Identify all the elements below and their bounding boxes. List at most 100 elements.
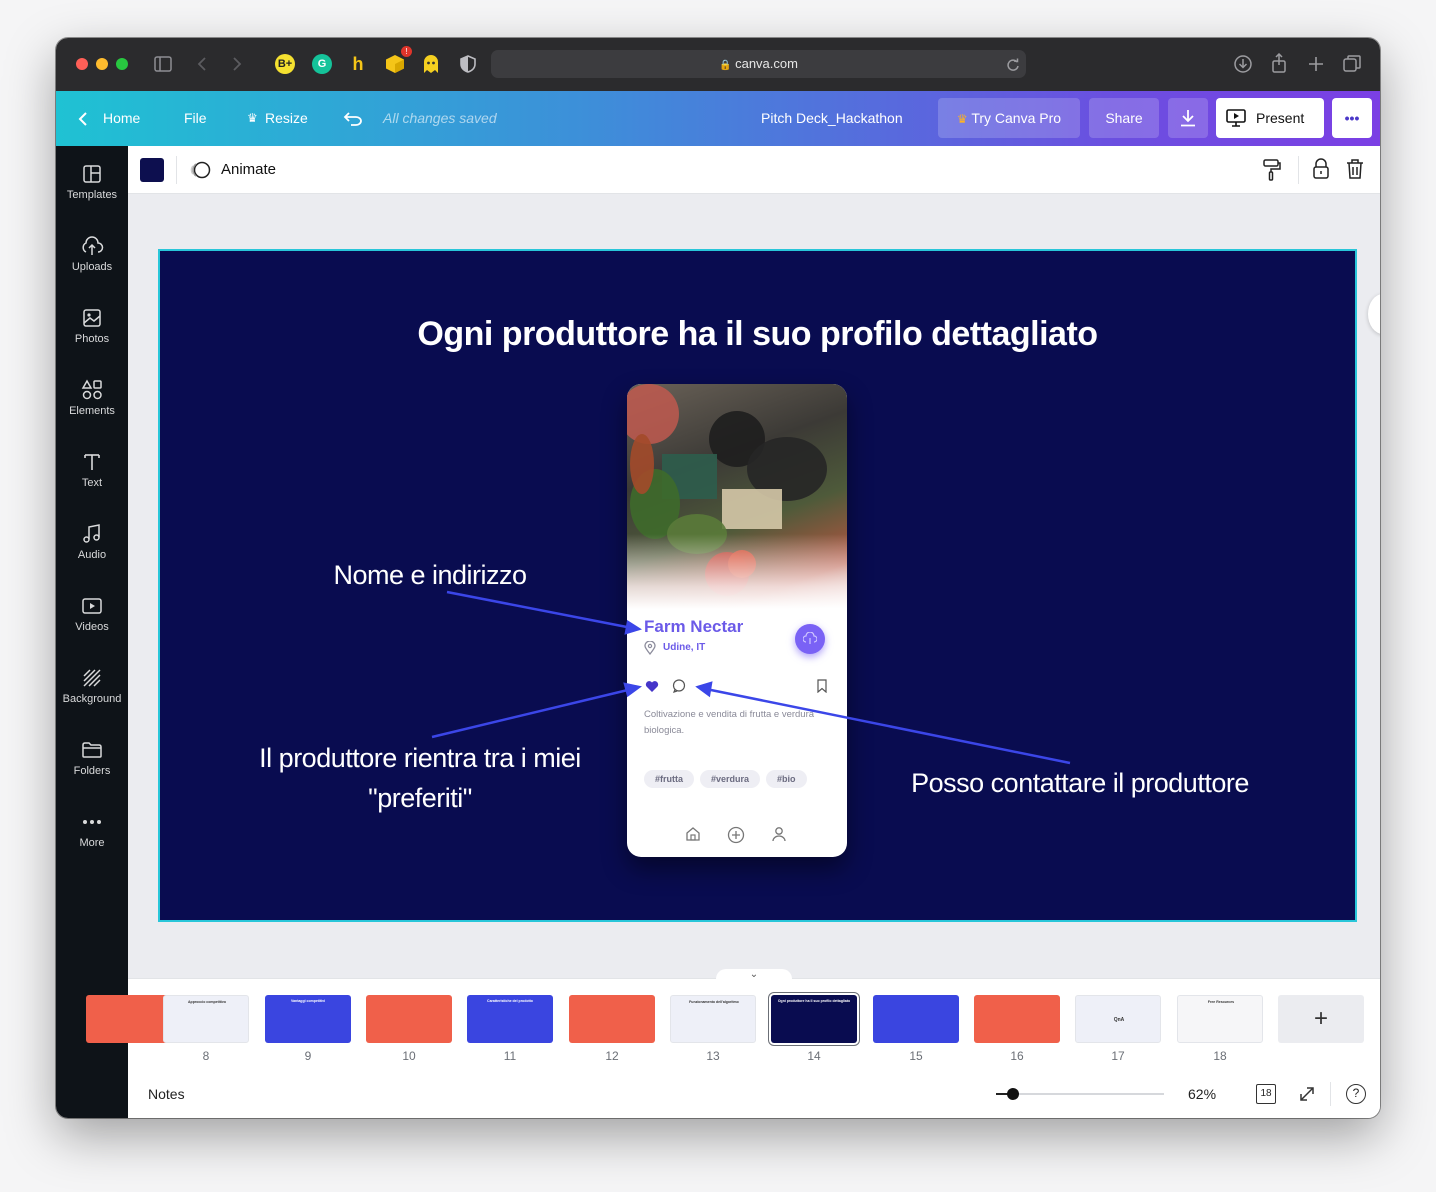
trash-icon[interactable] bbox=[1346, 158, 1364, 180]
color-swatch[interactable] bbox=[140, 158, 164, 182]
chevron-left-icon[interactable] bbox=[78, 111, 88, 127]
help-button[interactable]: ? bbox=[1346, 1084, 1366, 1104]
page-thumbnail[interactable] bbox=[873, 995, 959, 1043]
sidebar-label: Videos bbox=[75, 621, 109, 633]
home-button[interactable]: Home bbox=[103, 91, 140, 146]
animate-button[interactable]: Animate bbox=[221, 146, 276, 194]
sidebar-item-uploads[interactable]: Uploads bbox=[56, 233, 128, 293]
page-number: 8 bbox=[202, 1049, 210, 1063]
sidebar-item-more[interactable]: More bbox=[56, 809, 128, 869]
tab-overview-icon[interactable] bbox=[1343, 55, 1361, 73]
forward-arrow-icon[interactable] bbox=[231, 56, 243, 72]
sidebar-label: Templates bbox=[66, 189, 118, 201]
close-window-button[interactable] bbox=[76, 58, 88, 70]
page-thumbnail[interactable]: Free Resources bbox=[1177, 995, 1263, 1043]
sidebar-item-videos[interactable]: Videos bbox=[56, 593, 128, 653]
arrow-head bbox=[695, 681, 713, 698]
zoom-level[interactable]: 62% bbox=[1188, 1070, 1216, 1118]
sidebar-item-templates[interactable]: Templates bbox=[56, 161, 128, 221]
editor-header: Home File ♛ Resize All changes saved Pit… bbox=[56, 91, 1380, 146]
page-thumbnail[interactable]: Approccio competitivo bbox=[163, 995, 249, 1043]
save-status: All changes saved bbox=[383, 110, 497, 126]
sidebar-label: Folders bbox=[73, 765, 111, 777]
new-tab-icon[interactable] bbox=[1308, 56, 1324, 72]
present-button[interactable]: Present bbox=[1216, 98, 1324, 138]
downloads-icon[interactable] bbox=[1234, 55, 1252, 73]
present-screen-icon bbox=[1226, 109, 1246, 127]
page-thumbnail[interactable]: Ogni produttore ha il suo profilo dettag… bbox=[771, 995, 857, 1043]
sidebar-label: Photos bbox=[74, 333, 110, 345]
folder-icon bbox=[82, 742, 102, 758]
more-dots-icon bbox=[83, 820, 101, 824]
crown-icon: ♛ bbox=[956, 112, 968, 126]
browser-toolbar: B+ G h ! 🔒 canva.com bbox=[56, 38, 1380, 91]
grammarly-icon[interactable]: G bbox=[312, 54, 332, 74]
try-canva-pro-button[interactable]: ♛ Try Canva Pro bbox=[938, 98, 1080, 138]
sidebar-item-audio[interactable]: Audio bbox=[56, 521, 128, 581]
address-bar[interactable]: 🔒 canva.com bbox=[491, 50, 1026, 78]
resize-button[interactable]: Resize bbox=[265, 91, 308, 146]
rotate-handle[interactable] bbox=[1368, 294, 1380, 334]
sidebar-label: Elements bbox=[69, 405, 115, 417]
url-text: canva.com bbox=[735, 56, 798, 71]
unlock-icon[interactable] bbox=[1312, 158, 1330, 180]
page-thumbnail[interactable] bbox=[974, 995, 1060, 1043]
sidebar-toggle-icon[interactable] bbox=[154, 56, 172, 72]
page-thumbnail[interactable]: Funzionamento dell'algoritmo bbox=[670, 995, 756, 1043]
sidebar-item-elements[interactable]: Elements bbox=[56, 377, 128, 437]
download-button[interactable] bbox=[1168, 98, 1208, 138]
context-toolbar: Animate bbox=[128, 146, 1380, 194]
zoom-slider[interactable] bbox=[996, 1093, 1164, 1095]
share-button[interactable]: Share bbox=[1089, 98, 1159, 138]
reload-icon[interactable] bbox=[1006, 58, 1020, 72]
arrow-line bbox=[431, 687, 633, 739]
slide-canvas[interactable]: Ogni produttore ha il suo profilo dettag… bbox=[158, 249, 1357, 922]
page-thumbnail[interactable] bbox=[569, 995, 655, 1043]
sidebar-item-folders[interactable]: Folders bbox=[56, 737, 128, 797]
lock-icon: 🔒 bbox=[719, 60, 732, 71]
collapse-strip-button[interactable]: ⌄ bbox=[716, 969, 792, 983]
page-thumbnail[interactable]: QnA bbox=[1075, 995, 1161, 1043]
privacy-shield-icon[interactable] bbox=[460, 55, 476, 73]
sidebar-item-photos[interactable]: Photos bbox=[56, 305, 128, 365]
sidebar-label: More bbox=[79, 837, 105, 849]
page-thumbnail[interactable]: Vantaggi competitivi bbox=[265, 995, 351, 1043]
page-number: 14 bbox=[807, 1049, 821, 1063]
sidebar-item-background[interactable]: Background bbox=[56, 665, 128, 725]
cube-extension-icon[interactable] bbox=[385, 54, 405, 74]
document-title[interactable]: Pitch Deck_Hackathon bbox=[761, 91, 903, 146]
ghost-extension-icon[interactable] bbox=[422, 54, 440, 74]
animate-icon[interactable] bbox=[190, 160, 212, 180]
zoom-window-button[interactable] bbox=[116, 58, 128, 70]
fullscreen-icon[interactable] bbox=[1298, 1085, 1316, 1103]
sidebar-label: Audio bbox=[77, 549, 107, 561]
honey-extension-icon[interactable]: h bbox=[348, 54, 368, 74]
extension-bplus-icon[interactable]: B+ bbox=[275, 54, 295, 74]
file-menu-button[interactable]: File bbox=[184, 91, 207, 146]
add-page-button[interactable]: + bbox=[1278, 995, 1364, 1043]
zoom-slider-handle[interactable] bbox=[1007, 1088, 1019, 1100]
page-thumbnail[interactable] bbox=[366, 995, 452, 1043]
minimize-window-button[interactable] bbox=[96, 58, 108, 70]
thumbnail-title: Funzionamento dell'algoritmo bbox=[689, 1000, 739, 1004]
page-number: 16 bbox=[1010, 1049, 1024, 1063]
crown-icon: ♛ bbox=[247, 111, 258, 125]
more-options-button[interactable]: ••• bbox=[1332, 98, 1372, 138]
page-number: 18 bbox=[1213, 1049, 1227, 1063]
paint-roller-icon[interactable] bbox=[1262, 158, 1282, 182]
download-icon bbox=[1181, 110, 1195, 127]
share-icon[interactable] bbox=[1271, 53, 1287, 73]
page-number: 9 bbox=[304, 1049, 312, 1063]
editor-sidebar: Templates Uploads Photos Elements Text A… bbox=[56, 146, 128, 1118]
page-count-button[interactable]: 18 bbox=[1256, 1084, 1276, 1104]
annotation-arrows bbox=[431, 590, 1071, 765]
back-arrow-icon[interactable] bbox=[196, 56, 208, 72]
thumbnail-title: Vantaggi competitivi bbox=[290, 999, 326, 1003]
notes-button[interactable]: Notes bbox=[148, 1070, 185, 1118]
page-thumbnail[interactable]: Caratteristiche del prodotto bbox=[467, 995, 553, 1043]
sidebar-item-text[interactable]: Text bbox=[56, 449, 128, 509]
undo-icon[interactable] bbox=[343, 110, 363, 126]
music-note-icon bbox=[83, 524, 100, 543]
page-thumbnail[interactable] bbox=[86, 995, 172, 1043]
bottom-bar: Notes 62% 18 ? bbox=[128, 1070, 1380, 1118]
